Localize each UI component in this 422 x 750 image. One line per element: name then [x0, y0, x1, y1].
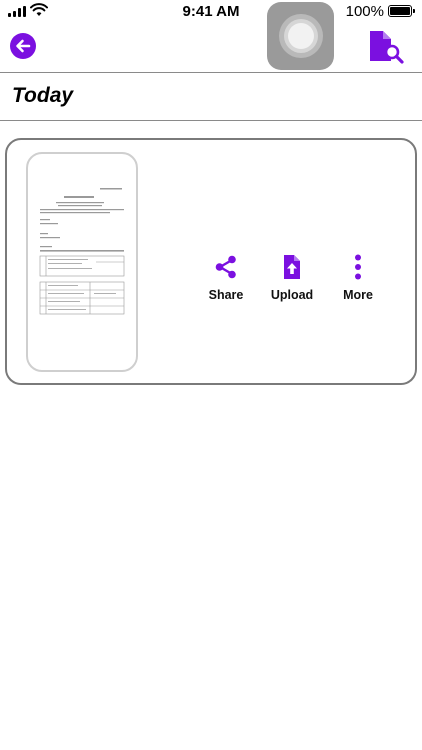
file-upload-icon: [284, 255, 300, 279]
document-preview-image: [39, 188, 125, 315]
share-button[interactable]: Share: [193, 254, 259, 302]
section-divider: [0, 120, 422, 121]
more-vertical-icon: [355, 254, 361, 280]
section-title-today: Today: [12, 84, 74, 107]
share-label: Share: [208, 288, 244, 302]
battery-percentage: 100%: [345, 3, 384, 20]
more-button[interactable]: More: [325, 254, 391, 302]
document-card[interactable]: Share Upload More: [5, 138, 417, 385]
back-arrow-icon[interactable]: [9, 32, 37, 60]
document-actions: Share Upload More: [193, 254, 391, 302]
document-search-icon[interactable]: [368, 30, 404, 64]
header-divider: [0, 72, 422, 73]
document-thumbnail[interactable]: [26, 152, 138, 372]
assistive-touch-button[interactable]: [267, 2, 334, 70]
more-label: More: [343, 288, 373, 302]
share-icon: [215, 255, 236, 279]
upload-button[interactable]: Upload: [259, 254, 325, 302]
upload-label: Upload: [270, 288, 314, 302]
battery-icon: [388, 5, 415, 17]
status-bar: 9:41 AM 100%: [0, 0, 422, 24]
